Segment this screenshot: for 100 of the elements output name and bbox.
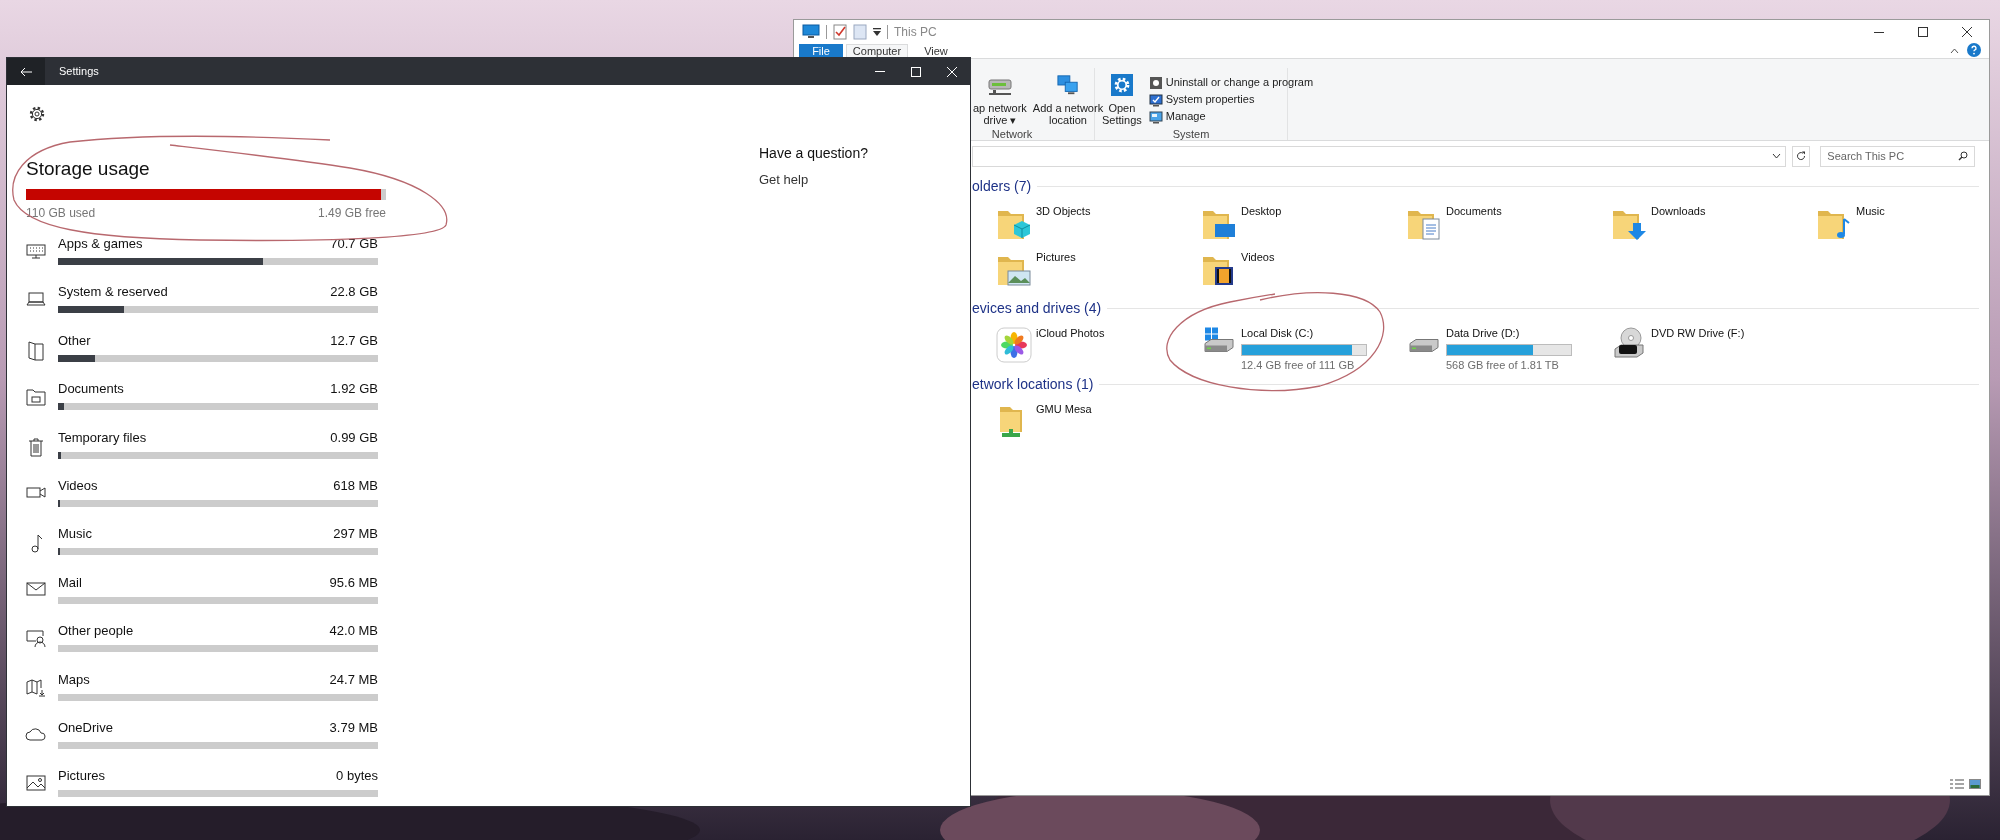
system-drive-icon — [1204, 327, 1234, 352]
group-header[interactable]: olders (7) — [972, 175, 1032, 197]
refresh-icon — [1796, 151, 1807, 161]
system-properties-icon — [1148, 92, 1163, 107]
trash-icon — [28, 436, 44, 457]
back-button[interactable] — [7, 58, 45, 85]
photos-app-icon — [996, 327, 1032, 363]
person-icon — [26, 630, 46, 649]
category-name: OneDrive — [58, 718, 113, 737]
minimize-icon — [1874, 31, 1884, 33]
category-size: 95.6 MB — [329, 573, 378, 592]
dropdown-icon[interactable] — [873, 27, 881, 37]
item-label: GMU Mesa — [1036, 402, 1092, 417]
storage-category[interactable]: Temporary files 0.99 GB — [25, 428, 386, 477]
storage-category[interactable]: System & reserved 22.8 GB — [25, 283, 386, 332]
category-name: Documents — [58, 380, 124, 399]
category-name: Music — [58, 525, 92, 544]
folder-item[interactable]: Desktop — [1201, 201, 1406, 247]
group-header[interactable]: evices and drives (4) — [972, 297, 1102, 319]
item-label: Pictures — [1036, 250, 1076, 265]
folder-item[interactable]: Videos — [1201, 247, 1406, 293]
document-icon — [27, 339, 45, 362]
category-name: Apps & games — [58, 235, 143, 253]
chevron-icon[interactable] — [1772, 153, 1782, 159]
drive-icon — [1409, 339, 1439, 352]
search-icon — [1958, 151, 1968, 161]
category-name: Maps — [58, 670, 90, 689]
help-heading: Have a question? — [759, 144, 868, 163]
category-size: 0 bytes — [336, 767, 378, 786]
category-name: Videos — [58, 476, 98, 495]
storage-category[interactable]: Videos 618 MB — [25, 476, 386, 526]
storage-category[interactable]: OneDrive 3.79 MB — [25, 718, 386, 768]
drive-item[interactable]: DVD RW Drive (F:) — [1611, 323, 1816, 369]
group-header[interactable]: etwork locations (1) — [972, 373, 1094, 395]
minimize-icon — [875, 71, 885, 72]
item-label: Videos — [1241, 250, 1275, 265]
category-size: 22.8 GB — [330, 283, 378, 302]
network-location-item[interactable]: GMU Mesa — [996, 399, 1201, 445]
category-size: 3.79 MB — [329, 718, 378, 737]
category-name: Mail — [58, 573, 82, 592]
folder-icon — [26, 388, 46, 407]
ribbon-tab[interactable]: View — [911, 44, 961, 58]
back-arrow-icon — [20, 66, 32, 77]
storage-category[interactable]: Mail 95.6 MB — [25, 573, 386, 623]
maximize-icon — [911, 66, 921, 77]
folder-item[interactable]: Downloads — [1611, 201, 1816, 247]
video-camera-icon — [26, 484, 46, 499]
ribbon-button[interactable]: Uninstall or change a program — [1148, 74, 1314, 91]
folder-item[interactable]: 3D Objects — [996, 201, 1201, 247]
map-icon — [26, 678, 46, 697]
item-label: Desktop — [1241, 204, 1282, 219]
collapse-icon[interactable] — [1950, 48, 1959, 54]
storage-category[interactable]: Documents 1.92 GB — [25, 380, 386, 429]
help-icon[interactable] — [1967, 43, 1981, 57]
ribbon-button[interactable]: ap network drive ▾ — [972, 74, 1028, 126]
refresh-button[interactable] — [1792, 145, 1811, 167]
category-name: Pictures — [58, 767, 105, 786]
folder-item[interactable]: iCloud Photos — [996, 323, 1201, 369]
computer-icon[interactable] — [802, 24, 820, 40]
item-label: DVD RW Drive (F:) — [1651, 326, 1745, 341]
folder-item[interactable]: Music — [1816, 201, 2000, 247]
category-size: 618 MB — [333, 476, 378, 495]
address-field[interactable] — [972, 145, 1787, 167]
used-space-text: 110 GB used — [26, 205, 96, 220]
manage-icon — [1148, 109, 1163, 124]
item-label: Local Disk (C:) — [1241, 326, 1315, 341]
folder-item[interactable]: Documents — [1406, 201, 1611, 247]
category-size: 42.0 MB — [329, 622, 378, 641]
search-field[interactable]: Search This PC — [1820, 145, 1975, 167]
window-title: This PC — [894, 24, 937, 41]
network-computers-icon — [1055, 74, 1080, 96]
get-help-link[interactable]: Get help — [759, 170, 868, 190]
ribbon-tab[interactable]: File — [799, 44, 843, 58]
ribbon-button[interactable]: Manage — [1148, 108, 1314, 125]
cloud-icon — [25, 726, 47, 741]
settings-icon — [28, 105, 46, 123]
window-title: Settings — [59, 64, 99, 80]
checklist-icon[interactable] — [833, 24, 847, 40]
settings-icon — [1108, 74, 1135, 96]
close-icon — [1962, 27, 1972, 37]
category-name: Other people — [58, 622, 134, 641]
folder-item[interactable]: Pictures — [996, 247, 1201, 293]
storage-category[interactable]: Maps 24.7 MB — [25, 670, 386, 719]
category-name: Temporary files — [58, 428, 147, 447]
ribbon-tab[interactable]: Computer — [846, 44, 908, 58]
group-label: Network — [990, 127, 1034, 142]
ribbon-button[interactable]: System properties — [1148, 91, 1314, 108]
storage-category[interactable]: Other 12.7 GB — [25, 331, 386, 381]
dvd-drive-icon — [1611, 327, 1647, 361]
category-size: 0.99 GB — [330, 428, 378, 447]
music-note-icon — [29, 533, 43, 554]
storage-category[interactable]: Pictures 0 bytes — [25, 767, 386, 816]
item-label: 3D Objects — [1036, 204, 1091, 219]
storage-category[interactable]: Music 297 MB — [25, 525, 386, 574]
section-heading: Storage usage — [26, 157, 151, 181]
free-space-text: 1.49 GB free — [317, 205, 386, 220]
search-input[interactable]: Search This PC — [1827, 147, 1948, 165]
storage-category[interactable]: Other people 42.0 MB — [25, 622, 386, 671]
category-size: 24.7 MB — [329, 670, 378, 689]
picture-icon — [26, 775, 46, 792]
